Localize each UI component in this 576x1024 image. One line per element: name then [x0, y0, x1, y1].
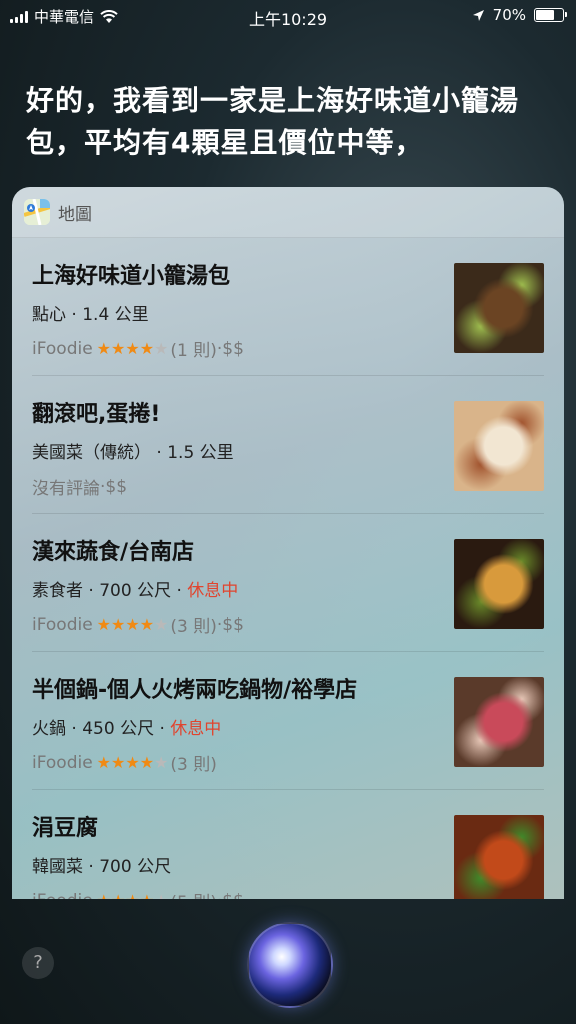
star-rating: ★★★★★ [97, 753, 169, 772]
price-level: $$ [105, 476, 128, 497]
card-app-title: 地圖 [58, 204, 92, 225]
result-name: 翻滾吧,蛋捲! [32, 402, 161, 427]
star-icon: ★ [96, 339, 112, 358]
result-closed-status: 休息中 [170, 719, 222, 739]
result-name: 漢來蔬食/台南店 [32, 540, 195, 565]
result-photo[interactable] [454, 263, 544, 353]
price-level: $$ [222, 891, 244, 900]
status-right: 70% [472, 6, 567, 24]
result-distance: 700 公尺 [99, 581, 172, 601]
result-distance: 700 公尺 [99, 857, 172, 877]
star-icon: ★ [111, 891, 125, 899]
result-photo[interactable] [454, 815, 544, 899]
maps-result-card[interactable]: 地圖 上海好味道小籠湯包 點心 · 1.4 公里 iFoodie ★★★★★ (1 則)… [12, 187, 564, 899]
result-photo[interactable] [454, 677, 544, 767]
siri-response-text: 好的，我看到一家是上海好味道小籠湯包，平均有4顆星且價位中等， [26, 84, 520, 159]
result-distance: 1.4 公里 [82, 305, 149, 325]
star-rating: ★★★★★ [97, 339, 169, 358]
result-meta: iFoodie★★★★★(5 則) · $$ [32, 888, 244, 900]
review-source: iFoodie [32, 338, 93, 359]
battery-icon [534, 8, 567, 22]
result-meta: iFoodie ★★★★★ (1 則) · $$ [32, 336, 244, 362]
siri-orb-button[interactable] [247, 922, 333, 1008]
result-subtitle: 韓國菜 · 700 公尺 [32, 857, 172, 877]
star-rating: ★★★★★ [97, 891, 169, 899]
star-icon: ★ [111, 615, 126, 634]
star-icon: ★ [96, 615, 112, 634]
review-source: iFoodie [32, 891, 93, 900]
result-item[interactable]: 涓豆腐韓國菜 · 700 公尺iFoodie★★★★★(5 則) · $$ [32, 790, 544, 899]
star-icon: ★ [154, 339, 169, 358]
result-category: 素食者 [32, 581, 83, 601]
star-icon: ★ [139, 615, 155, 634]
star-icon: ★ [96, 753, 112, 772]
result-photo[interactable] [454, 401, 544, 491]
star-rating: ★★★★★ [97, 615, 169, 634]
review-source: iFoodie [32, 752, 93, 773]
result-item[interactable]: 上海好味道小籠湯包點心 · 1.4 公里 iFoodie ★★★★★ (1 則) · … [32, 238, 544, 376]
review-count: (1 則) [170, 341, 217, 361]
result-subtitle: 點心 · 1.4 公里 [32, 305, 149, 325]
star-icon: ★ [139, 753, 155, 772]
location-arrow-icon [472, 9, 484, 21]
result-photo[interactable] [454, 539, 544, 629]
star-icon: ★ [154, 753, 169, 772]
result-distance: 450 公尺 [82, 719, 155, 739]
review-count: (3 則) [170, 617, 217, 637]
result-category: 點心 [32, 305, 66, 325]
star-icon: ★ [97, 891, 111, 899]
price-level: $$ [222, 614, 244, 635]
result-category: 美國菜（傳統） [32, 443, 151, 463]
result-item[interactable]: 半個鍋-個人火烤兩吃鍋物/裕學店火鍋 · 450 公尺 · 休息中 iFoodie… [32, 652, 544, 790]
review-count: (3 則) [170, 755, 217, 775]
result-name: 涓豆腐 [32, 816, 99, 841]
result-closed-status: 休息中 [187, 581, 239, 601]
result-item[interactable]: 漢來蔬食/台南店 素食者 · 700 公尺 · 休息中 iFoodie ★★★★★ (3… [32, 514, 544, 652]
result-name: 上海好味道小籠湯包 [32, 264, 231, 289]
star-icon: ★ [111, 339, 126, 358]
result-item[interactable]: 翻滾吧,蛋捲! 美國菜（傳統） · 1.5 公里沒有評論 · $$ [32, 376, 544, 514]
status-bar: 中華電信 上午10:29 70% [0, 0, 576, 30]
review-count: (5 則) [170, 888, 216, 899]
star-icon: ★ [125, 891, 139, 899]
star-icon: ★ [125, 753, 140, 772]
price-level: $$ [222, 338, 244, 359]
result-subtitle: 火鍋 · 450 公尺 · 休息中 [32, 719, 222, 739]
star-icon: ★ [154, 891, 168, 899]
battery-level [536, 10, 554, 20]
result-distance: 1.5 公里 [167, 443, 234, 463]
star-icon: ★ [111, 753, 126, 772]
review-source: iFoodie [32, 614, 93, 635]
result-category: 火鍋 [32, 719, 66, 739]
result-subtitle: 美國菜（傳統） · 1.5 公里 [32, 443, 234, 463]
result-meta: iFoodie ★★★★★ (3 則) [32, 750, 217, 776]
card-header[interactable]: 地圖 [12, 187, 564, 238]
star-icon: ★ [125, 339, 140, 358]
result-subtitle: 素食者 · 700 公尺 · 休息中 [32, 581, 239, 601]
star-icon: ★ [139, 339, 155, 358]
maps-app-icon [24, 199, 50, 225]
battery-percent: 70% [492, 6, 526, 24]
results-list: 上海好味道小籠湯包點心 · 1.4 公里 iFoodie ★★★★★ (1 則) · … [12, 238, 564, 899]
star-icon: ★ [154, 615, 169, 634]
star-icon: ★ [125, 615, 140, 634]
star-icon: ★ [140, 891, 154, 899]
result-name: 半個鍋-個人火烤兩吃鍋物/裕學店 [32, 678, 358, 703]
no-review-label: 沒有評論 [32, 479, 100, 499]
result-meta: 沒有評論 · $$ [32, 474, 128, 500]
result-category: 韓國菜 [32, 857, 83, 877]
result-meta: iFoodie ★★★★★ (3 則) · $$ [32, 612, 244, 638]
help-button[interactable]: ? [22, 947, 54, 979]
